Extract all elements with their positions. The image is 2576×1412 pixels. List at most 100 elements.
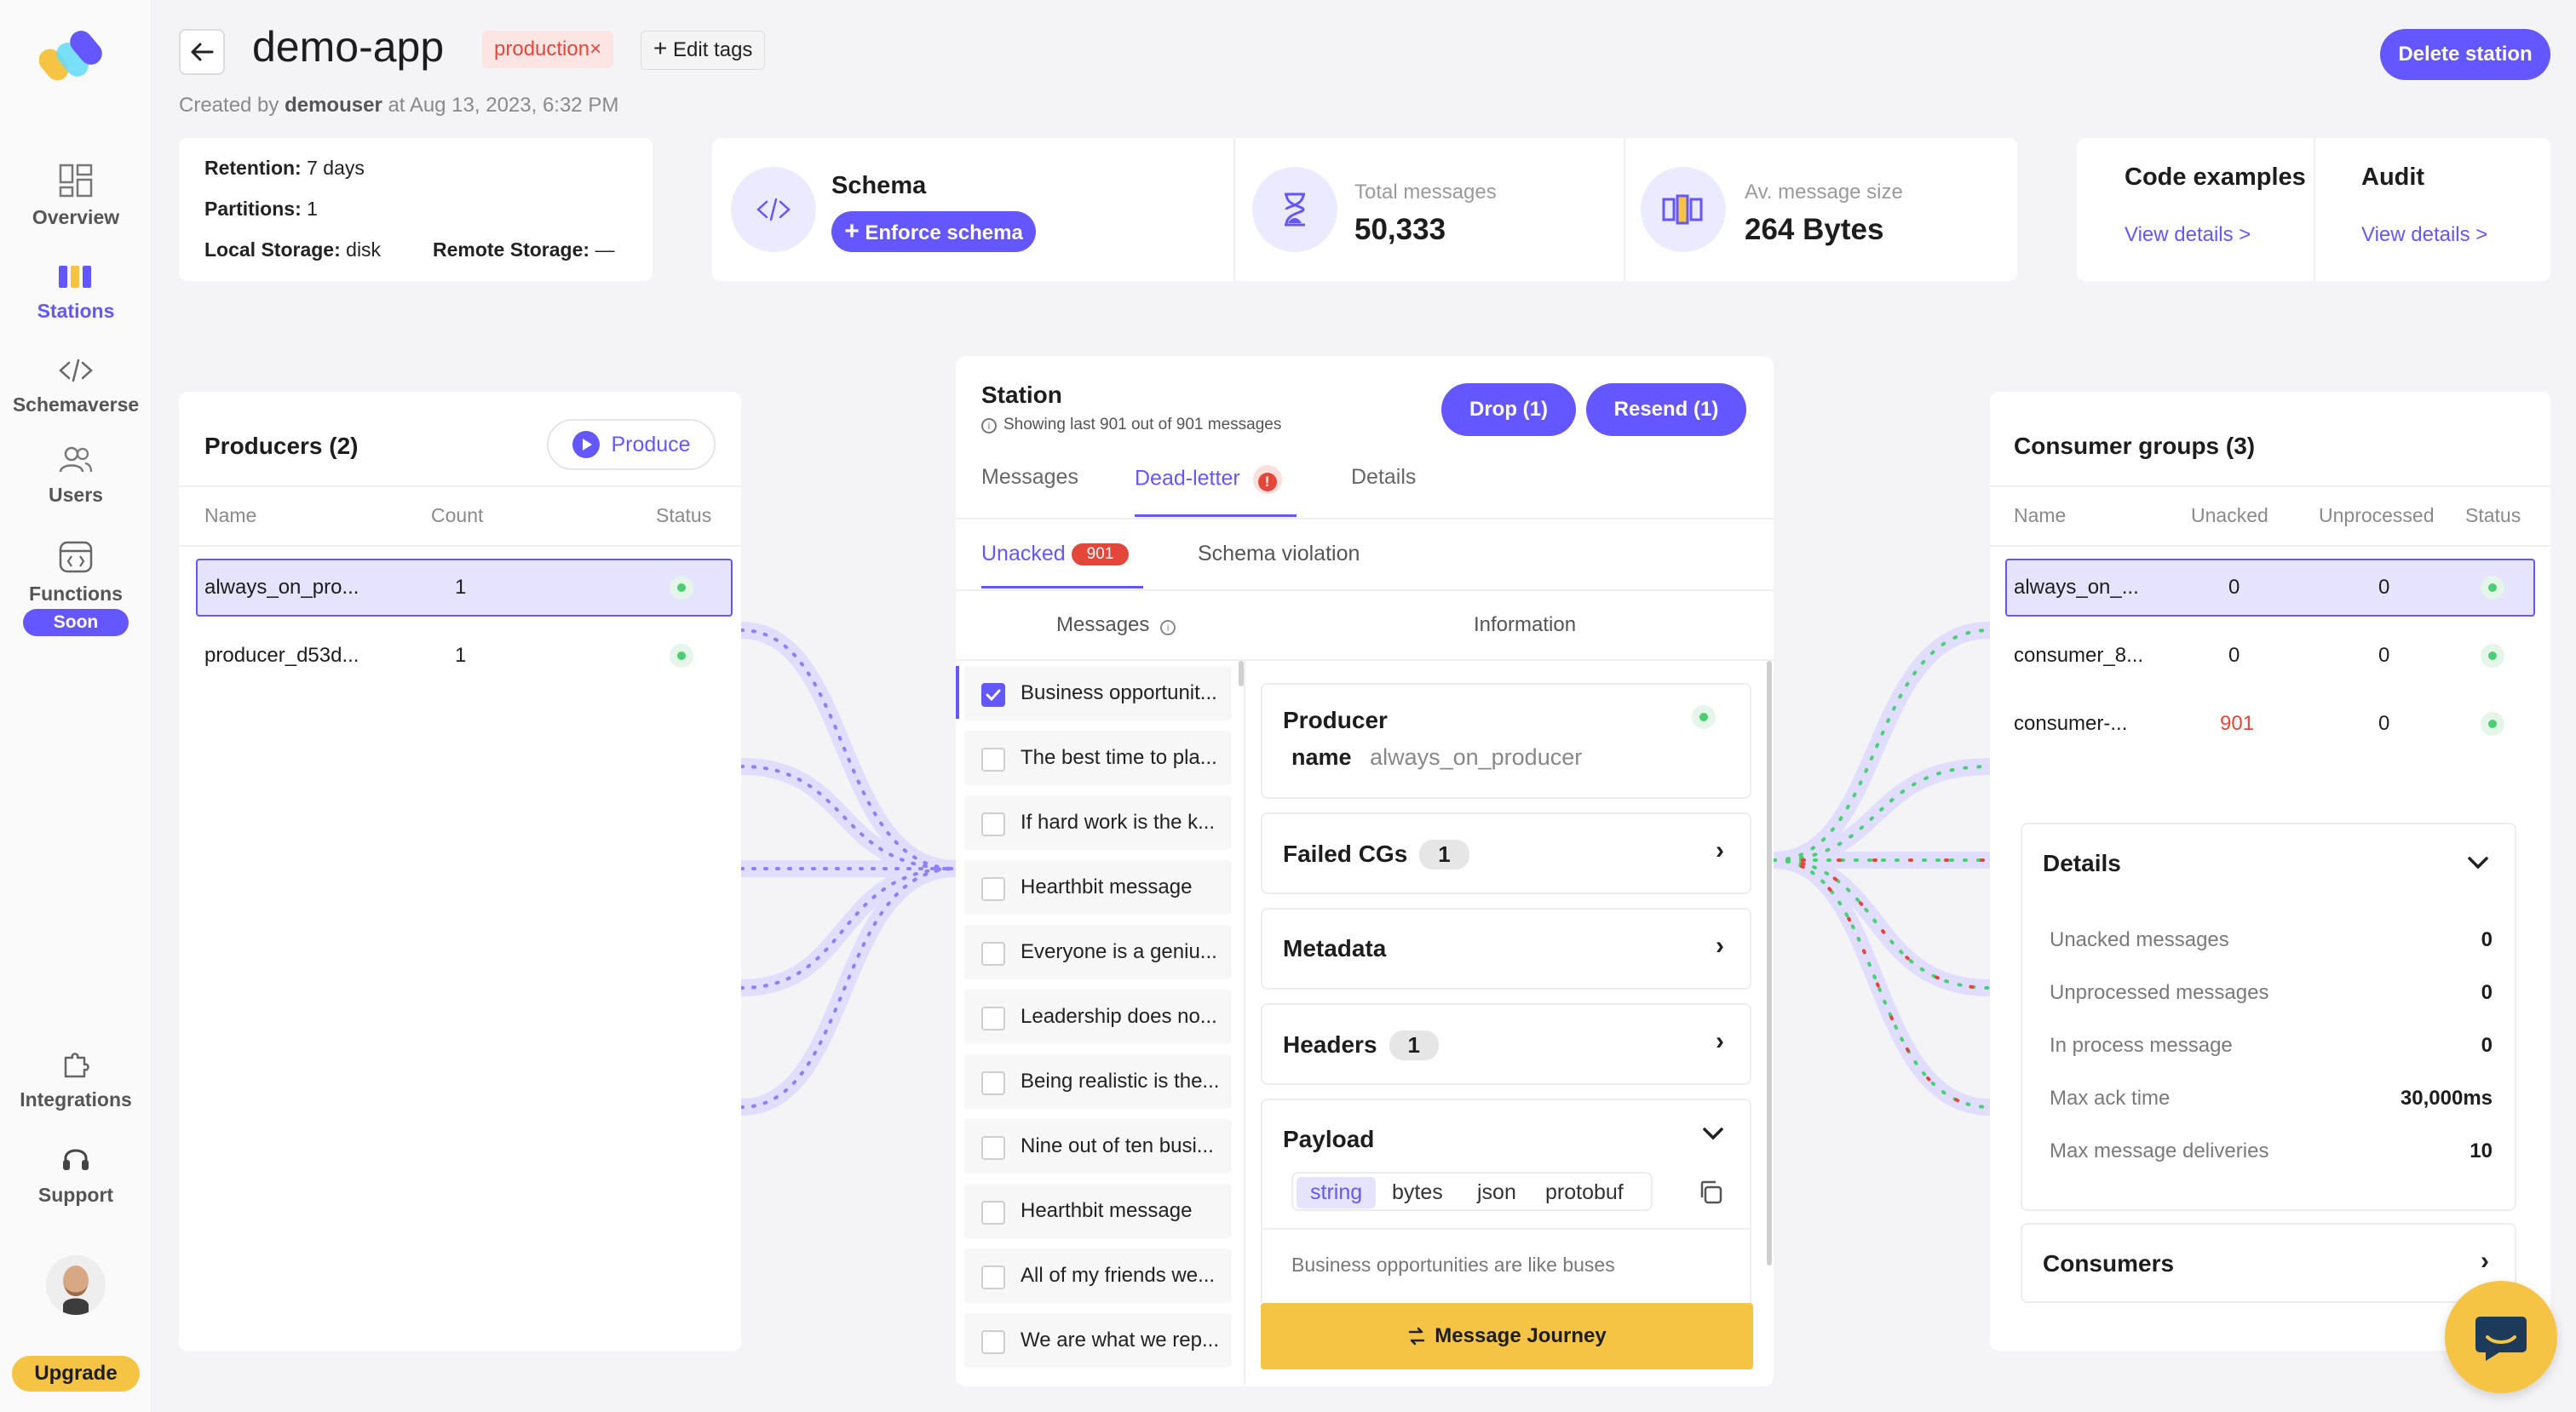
checkbox[interactable] bbox=[981, 1266, 1005, 1289]
col-name: Name bbox=[2014, 504, 2067, 526]
enforce-schema-label: Enforce schema bbox=[865, 221, 1023, 244]
checkbox[interactable] bbox=[981, 1007, 1005, 1030]
remote-storage-value: — bbox=[595, 238, 615, 261]
chevron-down-icon[interactable] bbox=[2467, 855, 2489, 875]
consumers-accordion[interactable]: Consumers › bbox=[2021, 1223, 2516, 1303]
tab-messages[interactable]: Messages bbox=[981, 465, 1078, 490]
col-messages-label: Messages bbox=[1056, 613, 1150, 636]
format-bytes[interactable]: bytes bbox=[1392, 1180, 1443, 1205]
copy-icon[interactable] bbox=[1697, 1179, 1724, 1210]
checkbox[interactable] bbox=[981, 1201, 1005, 1225]
stations-icon bbox=[59, 266, 91, 288]
remote-storage-label: Remote Storage: bbox=[433, 238, 590, 261]
sidebar-item-support[interactable]: Support bbox=[0, 1145, 152, 1207]
message-list-item[interactable]: Business opportunit... bbox=[964, 666, 1232, 720]
upgrade-button[interactable]: Upgrade bbox=[12, 1356, 140, 1392]
message-list-item[interactable]: All of my friends we... bbox=[964, 1248, 1232, 1303]
detail-value: 0 bbox=[2481, 1034, 2493, 1057]
checkbox[interactable] bbox=[981, 942, 1005, 966]
hourglass-icon bbox=[1285, 192, 1305, 227]
resend-button[interactable]: Resend (1) bbox=[1586, 383, 1746, 436]
metadata-accordion[interactable]: Metadata › bbox=[1261, 908, 1751, 990]
total-messages-value: 50,333 bbox=[1354, 213, 1446, 246]
message-preview: Everyone is a geniu... bbox=[1021, 940, 1217, 963]
message-list-item[interactable]: We are what we rep... bbox=[964, 1313, 1232, 1368]
created-user: demouser bbox=[285, 94, 382, 117]
local-storage-info: Local Storage: disk bbox=[204, 238, 381, 261]
headers-accordion[interactable]: Headers 1 › bbox=[1261, 1003, 1751, 1085]
producer-flow-lines bbox=[741, 622, 956, 1116]
code-examples-link[interactable]: View details > bbox=[2125, 223, 2251, 247]
format-json[interactable]: json bbox=[1477, 1180, 1516, 1205]
chat-button[interactable] bbox=[2445, 1281, 2557, 1393]
delete-station-button[interactable]: Delete station bbox=[2380, 29, 2550, 80]
checkbox[interactable] bbox=[981, 1071, 1005, 1095]
headers-label: Headers bbox=[1283, 1031, 1377, 1058]
sidebar-item-users[interactable]: Users bbox=[0, 445, 152, 507]
detail-label: Unacked messages bbox=[2050, 928, 2229, 951]
journey-label: Message Journey bbox=[1435, 1324, 1607, 1347]
sidebar-item-stations[interactable]: Stations bbox=[0, 262, 152, 323]
tab-details[interactable]: Details bbox=[1351, 465, 1416, 490]
headset-icon bbox=[63, 1149, 89, 1170]
status-dot-online bbox=[670, 576, 693, 600]
sidebar-item-schemaverse[interactable]: Schemaverse bbox=[0, 356, 152, 416]
message-list-item[interactable]: Hearthbit message bbox=[964, 1184, 1232, 1238]
schema-icon-circle bbox=[731, 167, 816, 252]
col-unprocessed: Unprocessed bbox=[2319, 504, 2435, 526]
created-info: Created by demouser at Aug 13, 2023, 6:3… bbox=[179, 94, 618, 118]
sidebar: Overview Stations Schemaverse Users Func… bbox=[0, 0, 152, 1412]
format-string[interactable]: string bbox=[1297, 1177, 1377, 1208]
info-scrollbar[interactable] bbox=[1767, 661, 1772, 1266]
details-title: Details bbox=[2043, 850, 2121, 876]
checkbox[interactable] bbox=[981, 1330, 1005, 1354]
back-button[interactable] bbox=[179, 29, 225, 75]
schema-title: Schema bbox=[831, 172, 927, 199]
payload-accordion[interactable]: Payload string bytes json protobuf Busin… bbox=[1261, 1099, 1751, 1303]
avatar[interactable] bbox=[46, 1255, 106, 1315]
message-list-item[interactable]: Leadership does no... bbox=[964, 990, 1232, 1044]
tab-dead-letter[interactable]: Dead-letter ! bbox=[1135, 465, 1282, 494]
detail-label: Max ack time bbox=[2050, 1087, 2171, 1110]
checkbox[interactable] bbox=[981, 877, 1005, 901]
cg-unacked: 0 bbox=[2228, 644, 2240, 667]
drop-button[interactable]: Drop (1) bbox=[1441, 383, 1576, 436]
checkbox[interactable] bbox=[981, 1136, 1005, 1160]
checkbox-checked[interactable] bbox=[981, 683, 1005, 707]
divider bbox=[179, 485, 741, 487]
subtab-unacked[interactable]: Unacked 901 bbox=[981, 542, 1130, 566]
message-list-item[interactable]: Nine out of ten busi... bbox=[964, 1119, 1232, 1174]
status-dot-online bbox=[2481, 712, 2504, 736]
sidebar-item-functions[interactable]: Functions Soon bbox=[0, 540, 152, 636]
produce-button[interactable]: Produce bbox=[547, 419, 716, 470]
edit-tags-button[interactable]: + Edit tags bbox=[641, 31, 766, 70]
format-protobuf[interactable]: protobuf bbox=[1545, 1180, 1624, 1205]
message-list-item[interactable]: If hard work is the k... bbox=[964, 795, 1232, 850]
checkbox[interactable] bbox=[981, 748, 1005, 772]
checkbox[interactable] bbox=[981, 812, 1005, 836]
subtab-schema-violation[interactable]: Schema violation bbox=[1198, 542, 1360, 566]
producer-name: always_on_pro... bbox=[204, 576, 359, 599]
message-list-item[interactable]: Everyone is a geniu... bbox=[964, 925, 1232, 979]
failed-cgs-accordion[interactable]: Failed CGs 1 › bbox=[1261, 812, 1751, 894]
divider bbox=[956, 589, 1774, 591]
message-list-item[interactable]: The best time to pla... bbox=[964, 731, 1232, 785]
status-dot-online bbox=[2481, 644, 2504, 668]
enforce-schema-button[interactable]: + Enforce schema bbox=[831, 211, 1036, 252]
message-journey-button[interactable]: Message Journey bbox=[1261, 1303, 1753, 1369]
sidebar-item-integrations[interactable]: Integrations bbox=[0, 1049, 152, 1111]
cg-name: consumer-... bbox=[2014, 712, 2128, 735]
col-status: Status bbox=[2465, 504, 2521, 526]
producer-name-label: name bbox=[1291, 744, 1352, 770]
tag-remove-icon[interactable]: × bbox=[589, 37, 601, 60]
audit-link[interactable]: View details > bbox=[2361, 223, 2487, 247]
message-list-item[interactable]: Hearthbit message bbox=[964, 860, 1232, 915]
sidebar-item-overview[interactable]: Overview bbox=[0, 164, 152, 229]
message-list-item[interactable]: Being realistic is the... bbox=[964, 1054, 1232, 1109]
failed-cgs-label: Failed CGs bbox=[1283, 841, 1408, 867]
retention-info: Retention: 7 days bbox=[204, 157, 365, 180]
journey-icon bbox=[1409, 1327, 1425, 1346]
tag-production[interactable]: production× bbox=[482, 31, 614, 68]
memphis-logo[interactable] bbox=[38, 26, 112, 85]
divider bbox=[956, 518, 1774, 519]
